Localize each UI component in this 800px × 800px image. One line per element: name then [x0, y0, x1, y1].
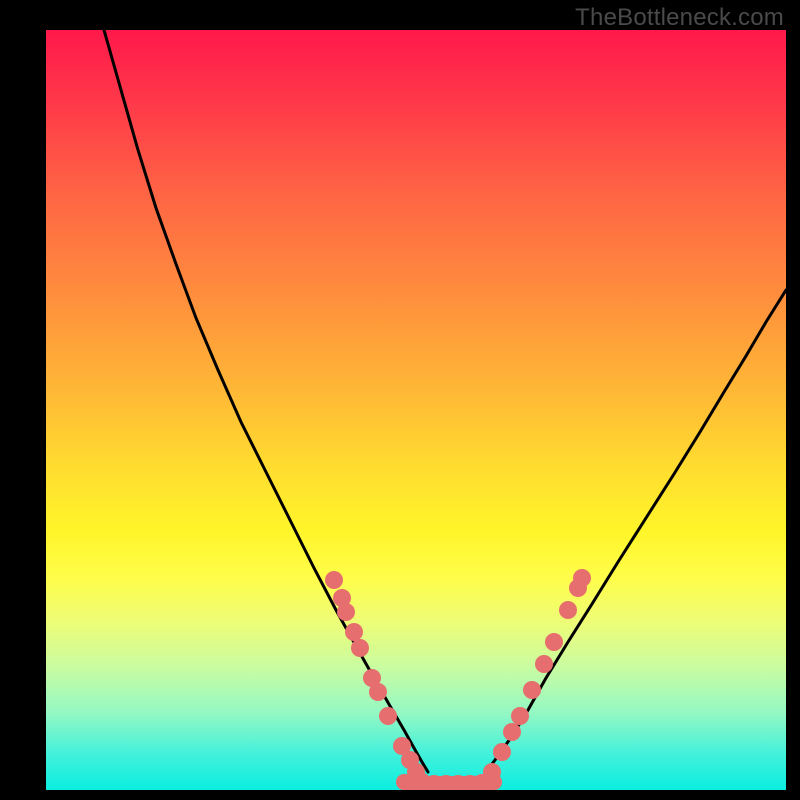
- marker-dot: [483, 763, 501, 781]
- marker-dot: [535, 655, 553, 673]
- marker-dot: [337, 603, 355, 621]
- marker-dot: [345, 623, 363, 641]
- marker-dot: [545, 633, 563, 651]
- marker-dot: [493, 743, 511, 761]
- marker-dot: [503, 723, 521, 741]
- plot-area: [46, 30, 786, 790]
- marker-dot: [369, 683, 387, 701]
- marker-dot: [559, 601, 577, 619]
- chart-svg: [46, 30, 786, 790]
- marker-dots: [325, 569, 591, 790]
- chart-frame: TheBottleneck.com: [0, 0, 800, 800]
- marker-dot: [573, 569, 591, 587]
- marker-dot: [325, 571, 343, 589]
- watermark-text: TheBottleneck.com: [575, 4, 784, 32]
- marker-dot: [511, 707, 529, 725]
- marker-dot: [379, 707, 397, 725]
- curve-right: [486, 290, 786, 772]
- curve-left: [104, 30, 428, 772]
- marker-dot: [351, 639, 369, 657]
- marker-dot: [523, 681, 541, 699]
